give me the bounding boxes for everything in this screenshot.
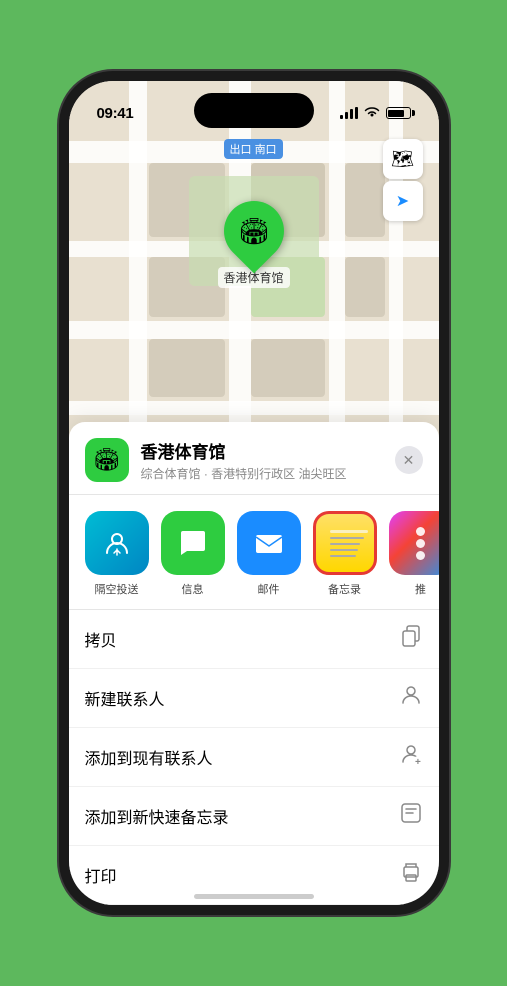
status-time: 09:41 xyxy=(97,105,134,122)
close-button[interactable]: ✕ xyxy=(395,446,423,474)
new-contact-label: 新建联系人 xyxy=(85,686,165,710)
wifi-icon xyxy=(364,106,380,121)
pin-icon: 🏟 xyxy=(237,216,270,247)
add-notes-icon xyxy=(399,801,423,831)
messages-icon-wrap xyxy=(161,511,225,575)
venue-description: 综合体育馆 · 香港特别行政区 油尖旺区 xyxy=(141,465,395,482)
new-contact-icon xyxy=(399,683,423,713)
menu-item-copy[interactable]: 拷贝 xyxy=(69,610,439,669)
location-icon: ➤ xyxy=(396,191,409,211)
bottom-sheet: 🏟 香港体育馆 综合体育馆 · 香港特别行政区 油尖旺区 ✕ xyxy=(69,422,439,905)
pin-bubble: 🏟 xyxy=(211,189,296,274)
phone-frame: 09:41 xyxy=(59,71,449,915)
close-icon: ✕ xyxy=(403,452,415,469)
copy-label: 拷贝 xyxy=(85,627,117,651)
map-controls: 🗺 ➤ xyxy=(383,139,423,221)
venue-name: 香港体育馆 xyxy=(141,438,395,463)
add-existing-icon: + xyxy=(399,742,423,772)
menu-item-new-contact[interactable]: 新建联系人 xyxy=(69,669,439,728)
print-label: 打印 xyxy=(85,863,117,887)
dynamic-island xyxy=(194,93,314,128)
more-label: 推 xyxy=(415,581,426,597)
copy-icon xyxy=(399,624,423,654)
mail-label: 邮件 xyxy=(258,581,280,597)
home-indicator xyxy=(194,894,314,899)
share-mail[interactable]: 邮件 xyxy=(237,511,301,597)
svg-text:+: + xyxy=(415,757,421,766)
map-type-icon: 🗺 xyxy=(391,149,414,170)
share-notes[interactable]: 备忘录 xyxy=(313,511,377,597)
more-icon-wrap xyxy=(389,511,439,575)
airdrop-label: 隔空投送 xyxy=(95,581,139,597)
battery-icon xyxy=(386,107,411,119)
share-airdrop[interactable]: 隔空投送 xyxy=(85,511,149,597)
print-icon xyxy=(399,860,423,890)
notes-label: 备忘录 xyxy=(328,581,361,597)
share-more[interactable]: 推 xyxy=(389,511,439,597)
menu-list: 拷贝 新建联系人 添加到现有联系人 xyxy=(69,609,439,905)
menu-item-add-existing[interactable]: 添加到现有联系人 + xyxy=(69,728,439,787)
venue-avatar: 🏟 xyxy=(85,438,129,482)
venue-header: 🏟 香港体育馆 综合体育馆 · 香港特别行政区 油尖旺区 ✕ xyxy=(69,438,439,495)
mail-icon-wrap xyxy=(237,511,301,575)
map-area: 出口 南口 🏟 香港体育馆 🗺 ➤ xyxy=(69,81,439,461)
menu-item-add-notes[interactable]: 添加到新快速备忘录 xyxy=(69,787,439,846)
map-label: 出口 南口 xyxy=(224,139,283,159)
venue-pin: 🏟 香港体育馆 xyxy=(217,201,289,288)
messages-label: 信息 xyxy=(182,581,204,597)
share-actions-row: 隔空投送 信息 邮件 xyxy=(69,495,439,605)
signal-icon xyxy=(340,107,358,119)
venue-info: 香港体育馆 综合体育馆 · 香港特别行政区 油尖旺区 xyxy=(141,438,395,482)
venue-avatar-icon: 🏟 xyxy=(93,447,121,473)
status-icons xyxy=(340,106,411,121)
share-messages[interactable]: 信息 xyxy=(161,511,225,597)
airdrop-icon-wrap xyxy=(85,511,149,575)
notes-icon-wrap xyxy=(313,511,377,575)
add-notes-label: 添加到新快速备忘录 xyxy=(85,804,229,828)
map-type-button[interactable]: 🗺 xyxy=(383,139,423,179)
location-button[interactable]: ➤ xyxy=(383,181,423,221)
add-existing-label: 添加到现有联系人 xyxy=(85,745,213,769)
